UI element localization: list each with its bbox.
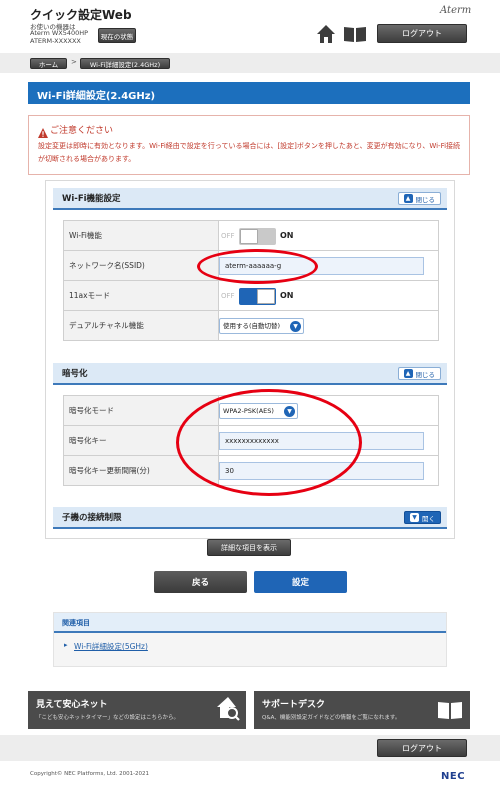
support-desk-banner[interactable]: サポートデスク Q&A、機能別設定ガイドなどの情報をご覧になれます。 bbox=[254, 691, 470, 729]
wifi-on-label: ON bbox=[280, 231, 294, 240]
nec-logo: NEC bbox=[441, 771, 466, 782]
encryption-settings-table: 暗号化モード WPA2-PSK(AES) ▼ 暗号化キー xxxxxxxxxxx… bbox=[63, 395, 439, 486]
footer-logout-button[interactable]: ログアウト bbox=[377, 739, 467, 757]
encryption-section-header: 暗号化 ▲ 閉じる bbox=[53, 363, 447, 385]
11ax-off-label: OFF bbox=[221, 292, 235, 300]
notice-text: 設定変更は即時に有効となります。Wi-Fi経由で設定を行っている場合には、[設定… bbox=[38, 142, 461, 163]
ssid-label: ネットワーク名(SSID) bbox=[63, 250, 219, 281]
table-row: 11axモード OFF ON bbox=[63, 280, 439, 311]
dual-channel-value: 使用する(自動切替) bbox=[223, 322, 281, 330]
warning-icon bbox=[38, 123, 48, 138]
manual-book-icon[interactable] bbox=[343, 25, 367, 43]
home-icon[interactable] bbox=[316, 24, 336, 44]
wifi-off-label: OFF bbox=[221, 232, 235, 240]
book-icon bbox=[437, 700, 463, 720]
left-banner-title: 見えて安心ネット bbox=[36, 700, 108, 710]
right-banner-subtitle: Q&A、機能別設定ガイドなどの情報をご覧になれます。 bbox=[262, 715, 401, 721]
table-row: ネットワーク名(SSID) aterm-aaaaaa-g bbox=[63, 250, 439, 281]
ssid-input[interactable]: aterm-aaaaaa-g bbox=[219, 257, 424, 275]
child-connection-expand-button[interactable]: ▼ 開く bbox=[404, 511, 441, 524]
child-connection-expand-label: 開く bbox=[422, 514, 435, 523]
wifi-section-header: Wi-Fi機能設定 ▲ 閉じる bbox=[53, 188, 447, 210]
dual-channel-select[interactable]: 使用する(自動切替) ▼ bbox=[219, 318, 304, 334]
child-connection-section-header[interactable]: 子機の接続制限 ▼ 開く bbox=[53, 507, 447, 529]
11ax-on-label: ON bbox=[280, 291, 294, 300]
wifi-function-label: Wi-Fi機能 bbox=[63, 220, 219, 251]
status-button[interactable]: 現在の状態 bbox=[98, 28, 136, 43]
notice-box: ご注意ください 設定変更は即時に有効となります。Wi-Fi経由で設定を行っている… bbox=[28, 115, 470, 175]
logout-button[interactable]: ログアウト bbox=[377, 24, 467, 43]
mieru-anshin-net-banner[interactable]: 見えて安心ネット 「こども安心ネットタイマー」などの設定はこちらから。 bbox=[28, 691, 246, 729]
breadcrumb-current: Wi-Fi詳細設定(2.4GHz) bbox=[80, 58, 170, 69]
dual-channel-label: デュアルチャネル機能 bbox=[63, 310, 219, 341]
device-model: Aterm WX5400HP bbox=[30, 29, 89, 37]
child-connection-section-title: 子機の接続制限 bbox=[62, 513, 122, 523]
table-row: 暗号化キー更新間隔(分) 30 bbox=[63, 455, 439, 486]
encryption-mode-value: WPA2-PSK(AES) bbox=[223, 407, 274, 415]
encryption-key-input[interactable]: xxxxxxxxxxxxx bbox=[219, 432, 424, 450]
left-banner-subtitle: 「こども安心ネットタイマー」などの設定はこちらから。 bbox=[36, 715, 180, 721]
chevron-down-icon: ▼ bbox=[410, 513, 419, 522]
encryption-mode-select[interactable]: WPA2-PSK(AES) ▼ bbox=[219, 403, 298, 419]
table-row: デュアルチャネル機能 使用する(自動切替) ▼ bbox=[63, 310, 439, 341]
show-details-button[interactable]: 詳細な項目を表示 bbox=[207, 539, 291, 556]
wifi-settings-table: Wi-Fi機能 OFF ON ネットワーク名(SSID) aterm-aaaaa… bbox=[63, 220, 439, 341]
encryption-section-collapse-button[interactable]: ▲ 閉じる bbox=[397, 367, 441, 380]
breadcrumb: ホーム > Wi-Fi詳細設定(2.4GHz) bbox=[0, 53, 500, 73]
related-bullet: ▸ bbox=[64, 641, 68, 649]
table-row: 暗号化キー xxxxxxxxxxxxx bbox=[63, 425, 439, 456]
submit-button[interactable]: 設定 bbox=[254, 571, 347, 593]
right-banner-title: サポートデスク bbox=[262, 700, 326, 710]
encryption-section-title: 暗号化 bbox=[62, 369, 88, 379]
related-link-5ghz[interactable]: Wi-Fi詳細設定(5GHz) bbox=[74, 641, 148, 652]
device-ssid: ATERM-XXXXXX bbox=[30, 37, 81, 45]
chevron-up-icon: ▲ bbox=[403, 194, 413, 203]
key-update-interval-input[interactable]: 30 bbox=[219, 462, 424, 480]
encryption-section-collapse-label: 閉じる bbox=[415, 370, 436, 379]
chevron-down-icon: ▼ bbox=[290, 321, 301, 332]
table-row: 暗号化モード WPA2-PSK(AES) ▼ bbox=[63, 395, 439, 426]
chevron-down-icon: ▼ bbox=[284, 406, 295, 417]
brand-logo: Aterm bbox=[440, 5, 472, 16]
table-row: Wi-Fi機能 OFF ON bbox=[63, 220, 439, 251]
key-update-interval-label: 暗号化キー更新間隔(分) bbox=[63, 455, 219, 486]
chevron-up-icon: ▲ bbox=[403, 369, 413, 378]
related-header: 関連項目 bbox=[54, 613, 446, 633]
copyright: Copyright© NEC Platforms, Ltd. 2001-2021 bbox=[30, 771, 150, 777]
related-box: 関連項目 ▸ Wi-Fi詳細設定(5GHz) bbox=[53, 612, 447, 667]
related-title: 関連項目 bbox=[62, 619, 90, 627]
wifi-section-title: Wi-Fi機能設定 bbox=[62, 194, 121, 204]
home-search-icon bbox=[216, 696, 240, 722]
breadcrumb-home[interactable]: ホーム bbox=[30, 58, 67, 69]
back-button[interactable]: 戻る bbox=[154, 571, 247, 593]
wifi-section-collapse-button[interactable]: ▲ 閉じる bbox=[397, 192, 441, 205]
footer-bar: ログアウト bbox=[0, 735, 500, 761]
11ax-mode-toggle[interactable] bbox=[239, 288, 276, 305]
encryption-key-label: 暗号化キー bbox=[63, 425, 219, 456]
encryption-mode-label: 暗号化モード bbox=[63, 395, 219, 426]
breadcrumb-separator: > bbox=[71, 58, 77, 66]
notice-heading: ご注意ください bbox=[50, 126, 114, 136]
page-title-text: Wi-Fi詳細設定(2.4GHz) bbox=[37, 91, 156, 102]
wifi-function-toggle[interactable] bbox=[239, 228, 276, 245]
wifi-section-collapse-label: 閉じる bbox=[415, 195, 436, 204]
11ax-mode-label: 11axモード bbox=[63, 280, 219, 311]
page-title: Wi-Fi詳細設定(2.4GHz) bbox=[28, 82, 470, 104]
